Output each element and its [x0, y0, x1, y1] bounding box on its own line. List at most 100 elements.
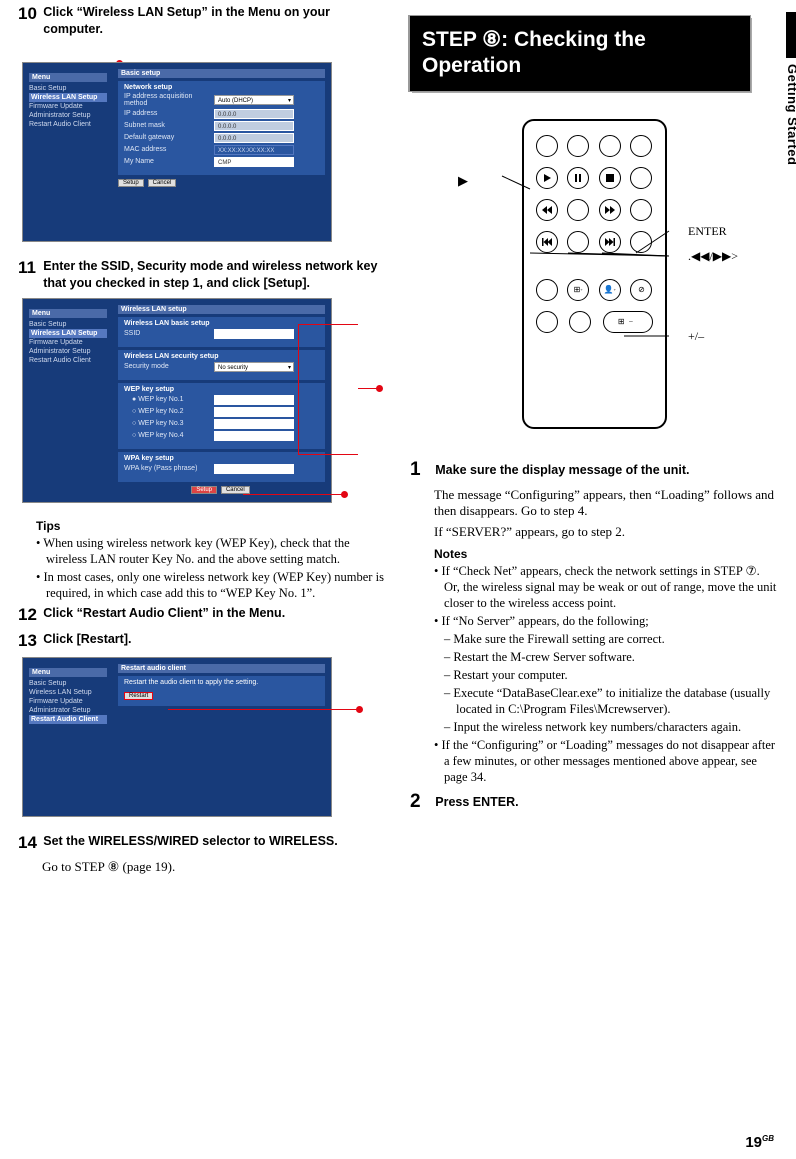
ss-secmode-field: No security: [214, 362, 294, 372]
page-number-value: 19: [745, 1134, 762, 1151]
step-2-text: Press ENTER.: [435, 791, 777, 811]
remote-stop-button: [599, 167, 621, 189]
screenshot-wireless-setup: Menu Basic Setup Wireless LAN Setup Firm…: [22, 298, 332, 503]
ss-row-field: 0.0.0.0: [214, 109, 294, 119]
step-12-text: Click “Restart Audio Client” in the Menu…: [43, 605, 385, 622]
ss-menu-item: Basic Setup: [29, 679, 107, 688]
page-number-suffix: GB: [762, 1134, 774, 1143]
step-13-text: Click [Restart].: [43, 631, 385, 648]
ss-setup-button: Setup: [118, 179, 144, 187]
ss-wpa-field: [214, 464, 294, 474]
remote-prev-button: [536, 231, 558, 253]
remote-button: 👤+: [599, 279, 621, 301]
step-1-body2: If “SERVER?” appears, go to step 2.: [434, 524, 778, 541]
callout-dot: [356, 706, 363, 713]
step-1-text: Make sure the display message of the uni…: [435, 459, 777, 479]
ss-ssid-field: [214, 329, 294, 339]
ss-menu-item: Restart Audio Client: [29, 120, 107, 129]
ss-row-field: Auto (DHCP): [214, 95, 294, 105]
ss-wep-field: [214, 431, 294, 441]
step-14-text: Set the WIRELESS/WIRED selector to WIREL…: [43, 833, 385, 850]
remote-button: [536, 279, 558, 301]
step-14-body: Go to STEP ⑧ (page 19).: [42, 859, 386, 876]
ss-menu-item-wlan: Wireless LAN Setup: [29, 93, 107, 102]
ss-menu-title: Menu: [29, 668, 107, 677]
ss-row-label: IP address: [124, 110, 214, 117]
step-10-number: 10: [18, 4, 40, 24]
ss-menu-item: Restart Audio Client: [29, 715, 107, 724]
remote-next-button: [599, 231, 621, 253]
tip-item: • In most cases, only one wireless netwo…: [36, 569, 386, 601]
note-item: • If “Check Net” appears, check the netw…: [434, 563, 778, 611]
ss-body-text: Restart the audio client to apply the se…: [124, 679, 319, 686]
ss-wep-field: [214, 395, 294, 405]
step-2-number: 2: [410, 791, 432, 813]
remote-label-enter: ENTER: [688, 224, 727, 239]
ss-row-label: Default gateway: [124, 134, 214, 141]
ss-wep-label: WEP key No.4: [138, 432, 183, 439]
remote-button: ⊞+: [567, 279, 589, 301]
callout-dot: [376, 385, 383, 392]
screenshot-basic-setup: Menu Basic Setup Wireless LAN Setup Firm…: [22, 62, 332, 242]
remote-button: ⊘: [630, 279, 652, 301]
ss-menu-item: Wireless LAN Setup: [29, 329, 107, 338]
ss-section-header: Wireless LAN basic setup: [124, 320, 319, 327]
remote-play-button: [536, 167, 558, 189]
ss-menu-item: Basic Setup: [29, 84, 107, 93]
ss-row-label: WPA key (Pass phrase): [124, 465, 214, 472]
left-column: 10 Click “Wireless LAN Setup” in the Men…: [18, 0, 398, 879]
ss-menu-item: Basic Setup: [29, 320, 107, 329]
note-subitem: – Input the wireless network key numbers…: [444, 719, 778, 735]
callout-dot: [341, 491, 348, 498]
remote-label-prevnext: .◀◀/▶▶>: [688, 249, 738, 264]
step-11-number: 11: [18, 258, 40, 278]
remote-enter-button: [567, 231, 589, 253]
step-1-number: 1: [410, 459, 432, 481]
ss-row-field: 0.0.0.0: [214, 121, 294, 131]
ss-row-label: Subnet mask: [124, 122, 214, 129]
step-14-number: 14: [18, 833, 40, 853]
ss-section-header: Wireless LAN security setup: [124, 353, 319, 360]
ss-menu-item: Restart Audio Client: [29, 356, 107, 365]
ss-body-title: Basic setup: [118, 69, 325, 78]
step-12-number: 12: [18, 605, 40, 625]
ss-wep-field: [214, 419, 294, 429]
remote-button: [536, 311, 558, 333]
ss-menu-title: Menu: [29, 73, 107, 82]
page-number: 19GB: [745, 1134, 774, 1151]
ss-row-field: 0.0.0.0: [214, 133, 294, 143]
ss-panel-header: Network setup: [124, 84, 319, 91]
callout-line: [298, 324, 299, 454]
callout-line: [298, 454, 358, 455]
ss-section-header: WEP key setup: [124, 386, 319, 393]
remote-rew-button: [536, 199, 558, 221]
right-column: STEP ⑧: Checking the Operation ▶ ENTER .…: [398, 0, 778, 879]
callout-line: [298, 324, 358, 325]
step-11-text: Enter the SSID, Security mode and wirele…: [43, 258, 385, 292]
tip-item: • When using wireless network key (WEP K…: [36, 535, 386, 567]
ss-menu-title: Menu: [29, 309, 107, 318]
step-13-number: 13: [18, 631, 40, 651]
callout-line: [358, 388, 378, 389]
screenshot-restart-client: Menu Basic Setup Wireless LAN Setup Firm…: [22, 657, 332, 817]
note-subitem: – Make sure the Firewall setting are cor…: [444, 631, 778, 647]
ss-cancel-button: Cancel: [221, 486, 250, 494]
remote-button: [567, 199, 589, 221]
ss-body-title: Wireless LAN setup: [118, 305, 325, 314]
section-side-label: Getting Started: [785, 64, 796, 165]
ss-row-label: MAC address: [124, 146, 214, 153]
ss-wep-label: WEP key No.3: [138, 420, 183, 427]
ss-menu-item: Firmware Update: [29, 697, 107, 706]
ss-menu-item: Administrator Setup: [29, 347, 107, 356]
ss-menu-item: Administrator Setup: [29, 111, 107, 120]
ss-body-title: Restart audio client: [118, 664, 325, 673]
ss-menu-item: Firmware Update: [29, 338, 107, 347]
ss-row-field: CMP: [214, 157, 294, 167]
remote-pause-button: [567, 167, 589, 189]
callout-line: [168, 709, 358, 710]
remote-ff-button: [599, 199, 621, 221]
ss-wep-label: WEP key No.2: [138, 408, 183, 415]
note-subitem: – Restart the M-crew Server software.: [444, 649, 778, 665]
remote-button: [599, 135, 621, 157]
note-subitem: – Restart your computer.: [444, 667, 778, 683]
